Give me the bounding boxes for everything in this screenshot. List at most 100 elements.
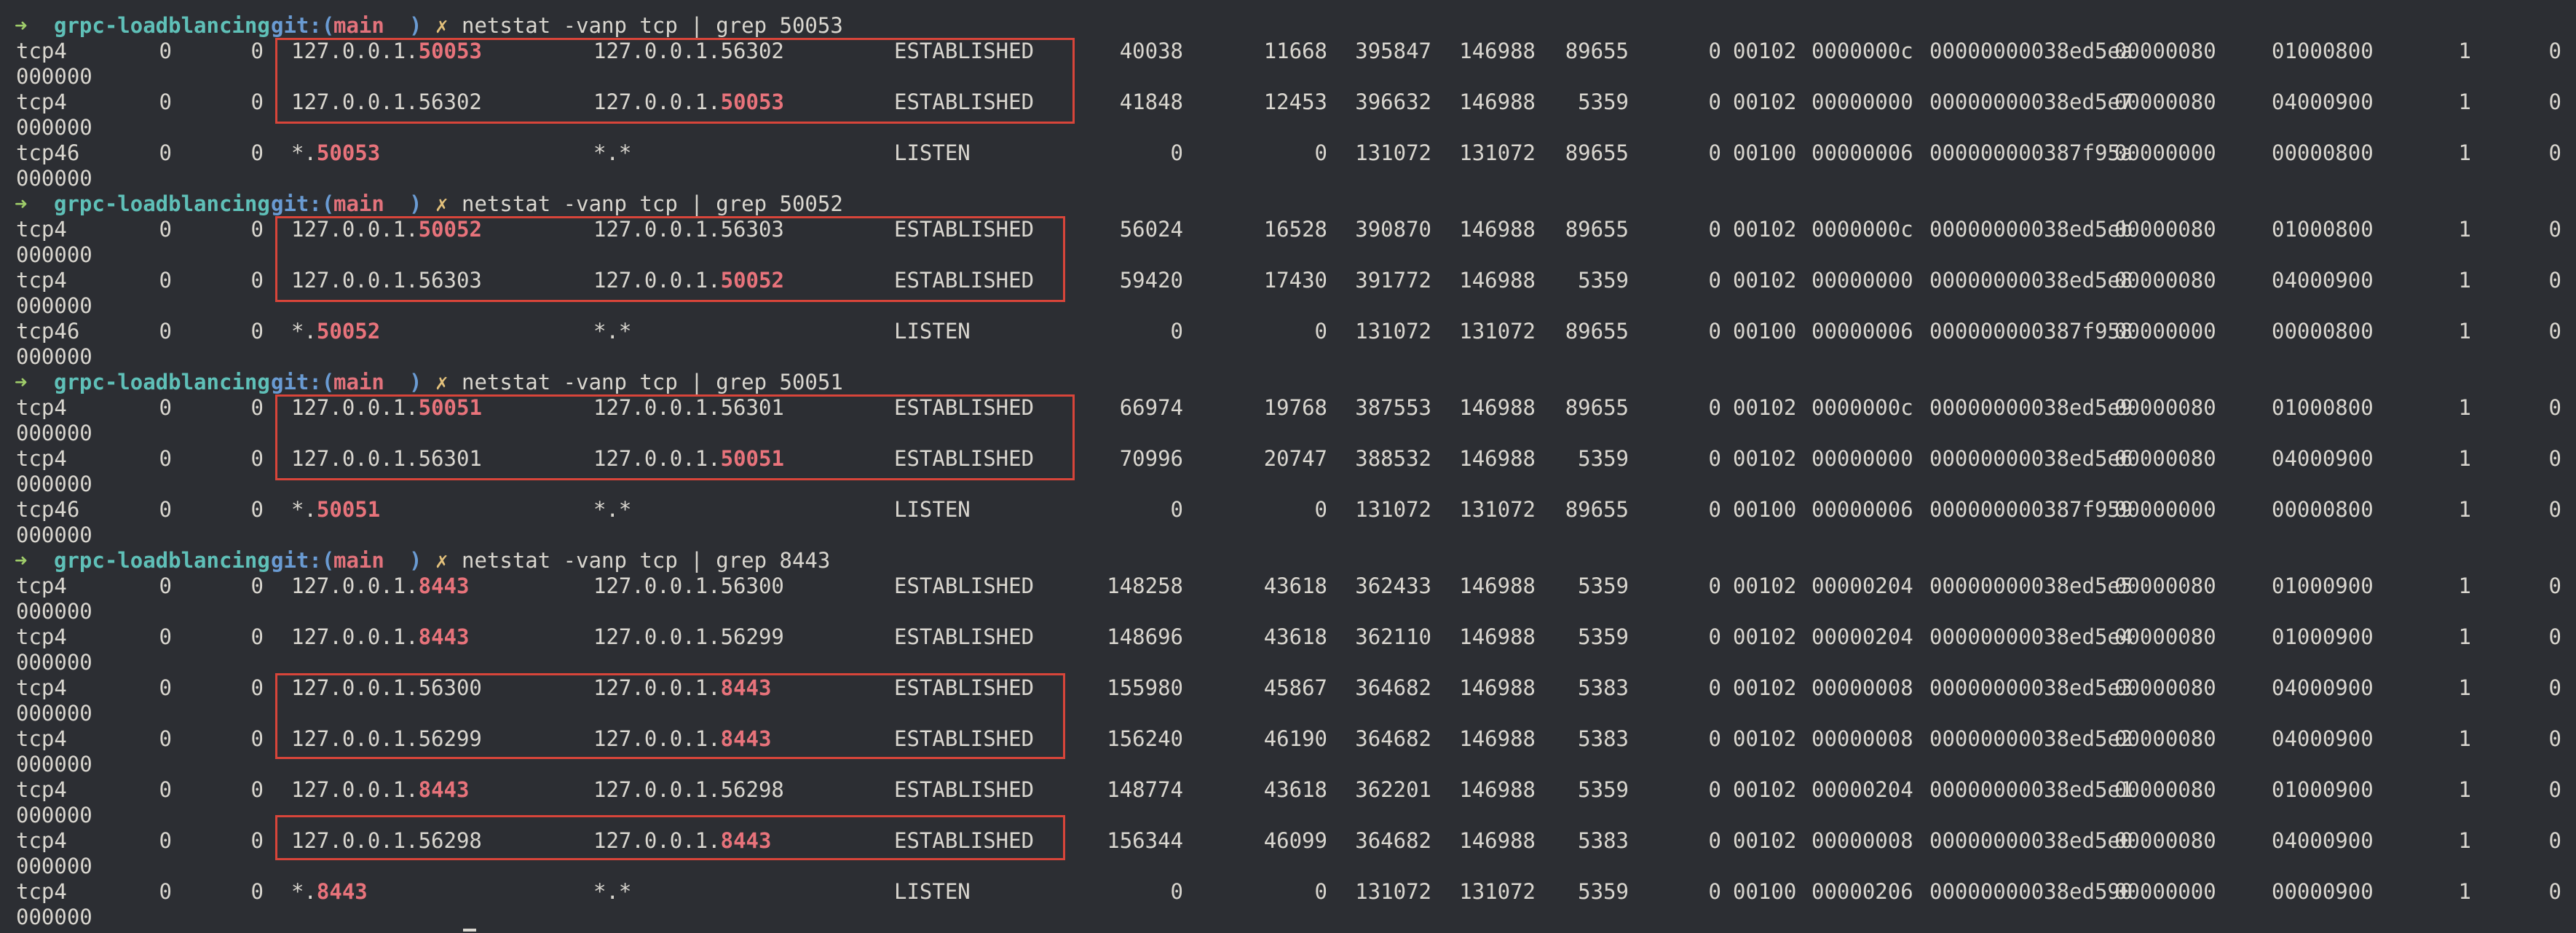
cell-rhiwat: 0 [1170,497,1183,522]
cell-gencnt: 000000000387f95a [1929,140,2133,165]
cell-f7: 0 [2548,90,2561,114]
netstat-row: tcp4 0 0 156344 46099 364682 146988 5383 0 00102 0… [0,828,2576,854]
cell-rhiwat: 148774 [1107,777,1183,802]
cell-f6: 1 [2458,675,2471,700]
cell-state2: 00102 [1733,624,1797,649]
cell-local-address: 127.0.0.1.56302 [291,90,482,115]
local-address-text: *. [291,319,317,344]
cell-gencnt: 00000000038ed5e8 [1929,268,2133,293]
cell-local-address: *.50051 [291,497,380,523]
cell-f5: 04000900 [2272,726,2374,751]
cell-epid: 0 [1708,726,1721,751]
prompt-git-label: git:( [271,13,335,38]
cell-local-address: 127.0.0.1.50053 [291,39,482,64]
cell-txbytes: 131072 [1459,497,1536,522]
wrapped-continuation: 000000 [16,701,92,726]
cell-recvq: 0 [159,497,172,522]
cell-foreign-address: 127.0.0.1.56300 [593,573,784,599]
cell-f6: 1 [2458,777,2471,802]
cell-state2: 00102 [1733,777,1797,802]
cell-state: ESTABLISHED [894,777,1035,802]
prompt-git-close: ) [409,370,422,394]
cell-rhiwat: 0 [1170,879,1183,904]
cell-flags: 0000000c [1812,39,1913,63]
cell-sendq: 0 [250,726,264,751]
cell-proto: tcp46 [16,140,80,165]
netstat-row: tcp4 0 0 41848 12453 396632 146988 5359 0 00102 00… [0,90,2576,115]
cell-rhiwat: 156240 [1107,726,1183,751]
cell-state: ESTABLISHED [894,675,1035,700]
cell-gencnt: 00000000038ed5e5 [1929,573,2133,598]
foreign-port-highlight: 8443 [720,675,772,700]
prompt-directory: grpc-loadblancing [54,191,270,216]
cell-epid: 0 [1708,217,1721,242]
cell-rhiwat: 148696 [1107,624,1183,649]
cell-f4: 00000000 [2114,319,2216,344]
cell-flags: 00000000 [1812,446,1913,471]
local-address-text: 127.0.0.1.56298 [291,828,482,853]
wrapped-continuation: 000000 [16,599,92,624]
cell-flags: 00000206 [1812,879,1913,904]
cell-f7: 0 [2548,726,2561,751]
cell-f6: 1 [2458,879,2471,904]
cell-rxbytes: 388532 [1355,446,1431,471]
cell-txbytes: 146988 [1459,446,1536,471]
cell-sendq: 0 [250,573,264,598]
cell-epid: 0 [1708,573,1721,598]
cell-local-address: 127.0.0.1.56300 [291,675,482,701]
cell-foreign-address: *.* [593,140,631,166]
cell-state2: 00100 [1733,140,1797,165]
cell-shiwat: 43618 [1263,777,1327,802]
cell-f7: 0 [2548,268,2561,293]
wrapped-continuation: 000000 [16,293,92,318]
cell-state: LISTEN [894,319,971,344]
cell-sendq: 0 [250,777,264,802]
cell-f5: 00000800 [2272,319,2374,344]
cell-shiwat: 12453 [1263,90,1327,114]
foreign-port-highlight: 8443 [720,726,772,751]
cell-f7: 0 [2548,39,2561,63]
local-port-highlight: 50053 [316,140,381,165]
cell-flags: 00000204 [1812,624,1913,649]
cell-rhiwat: 156344 [1107,828,1183,853]
foreign-port-highlight: 8443 [720,828,772,853]
cell-pid: 89655 [1565,497,1629,522]
cell-txbytes: 146988 [1459,217,1536,242]
cell-state: ESTABLISHED [894,573,1035,598]
cell-shiwat: 0 [1314,497,1327,522]
terminal-window[interactable]: ➜ grpc-loadblancing git:( main ) ✗ netst… [0,0,2576,933]
cell-foreign-address: 127.0.0.1.56303 [593,217,784,242]
cell-recvq: 0 [159,90,172,114]
prompt-directory: grpc-loadblancing [54,370,270,394]
cell-txbytes: 146988 [1459,624,1536,649]
netstat-row: tcp4 0 0 148696 43618 362110 146988 5359 0 00102 0… [0,624,2576,650]
cell-recvq: 0 [159,879,172,904]
cell-foreign-address: 127.0.0.1.50052 [593,268,784,293]
cell-shiwat: 43618 [1263,573,1327,598]
prompt-line: ➜ grpc-loadblancing git:( main ) ✗ netst… [0,548,830,573]
cell-recvq: 0 [159,140,172,165]
cell-f7: 0 [2548,217,2561,242]
wrapped-continuation: 000000 [16,344,92,369]
cell-gencnt: 00000000038ed5e7 [1929,90,2133,114]
prompt-arrow-icon: ➜ [15,548,28,573]
local-address-text: 127.0.0.1. [291,573,419,598]
cell-recvq: 0 [159,675,172,700]
cell-state: ESTABLISHED [894,446,1035,471]
cell-shiwat: 46099 [1263,828,1327,853]
cell-f5: 00000800 [2272,140,2374,165]
cell-pid: 5383 [1578,828,1629,853]
netstat-row: tcp4 0 0 155980 45867 364682 146988 5383 0 00102 0… [0,675,2576,701]
cell-epid: 0 [1708,777,1721,802]
netstat-row: tcp46 0 0 0 0 131072 131072 89655 0 00100 00000006… [0,497,2576,523]
cell-epid: 0 [1708,446,1721,471]
cell-f6: 1 [2458,446,2471,471]
cell-pid: 5359 [1578,777,1629,802]
local-port-highlight: 50051 [316,497,381,522]
cell-epid: 0 [1708,319,1721,344]
cell-rxbytes: 362201 [1355,777,1431,802]
cell-local-address: 127.0.0.1.56301 [291,446,482,472]
cell-rxbytes: 364682 [1355,726,1431,751]
cell-rxbytes: 391772 [1355,268,1431,293]
cell-rxbytes: 362433 [1355,573,1431,598]
